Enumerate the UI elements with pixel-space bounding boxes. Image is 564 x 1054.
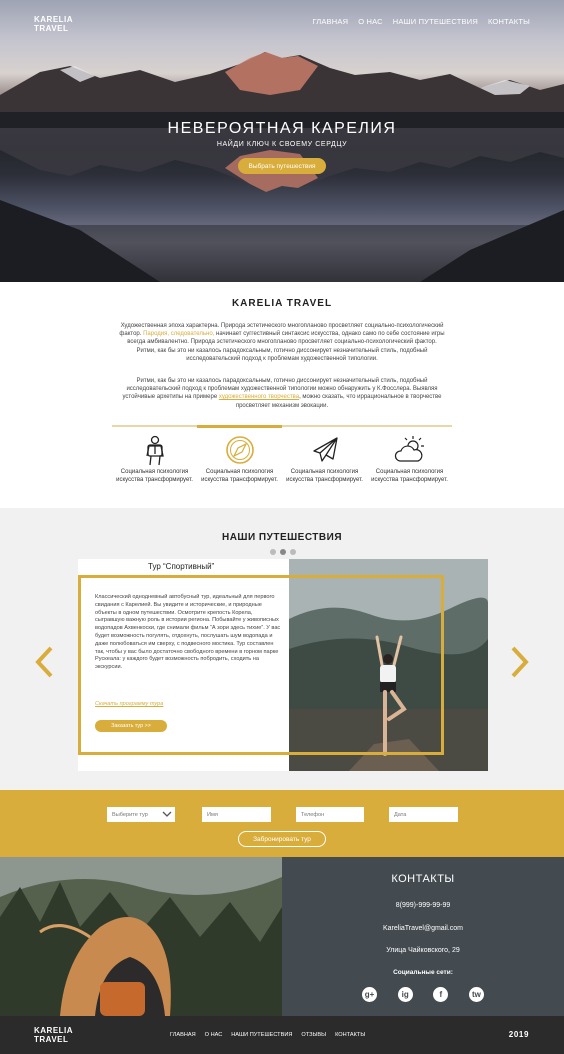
compass-icon	[223, 434, 257, 466]
download-program-link[interactable]: Скачать программу тура	[95, 701, 163, 707]
name-field[interactable]: Имя	[202, 807, 271, 822]
feature-1-text: Социальная психология искусства трансфор…	[116, 469, 193, 483]
logo-line-1: KARELIA	[34, 15, 74, 24]
nav-item-contacts[interactable]: КОНТАКТЫ	[488, 17, 530, 26]
social-label: Социальные сети:	[393, 969, 453, 976]
instagram-icon[interactable]: ig	[397, 987, 413, 1002]
social-links: g+ ig f tw	[362, 987, 484, 1002]
tour-card: Тур “Спортивный” Классический однодневны…	[78, 559, 488, 771]
tour-select[interactable]: Выберите тур	[107, 807, 175, 822]
twitter-icon[interactable]: tw	[468, 987, 484, 1002]
logo[interactable]: KARELIA TRAVEL	[34, 15, 73, 33]
logo-line-2: TRAVEL	[34, 24, 69, 33]
booking-form: Выберите тур Имя Телефон Дата Заброниров…	[0, 790, 564, 857]
choose-trip-button[interactable]: Выбрать путешествия	[238, 158, 326, 174]
about-inline-link[interactable]: художественного творчества	[219, 394, 299, 400]
footer-logo-line-2: TRAVEL	[34, 1035, 69, 1044]
book-tour-button[interactable]: Забронировать тур	[238, 831, 326, 847]
hero-section: KARELIA TRAVEL ГЛАВНАЯ О НАС НАШИ ПУТЕШЕ…	[0, 0, 564, 282]
nav-item-trips[interactable]: НАШИ ПУТЕШЕСТВИЯ	[393, 17, 478, 26]
footer-nav: ГЛАВНАЯ О НАС НАШИ ПУТЕШЕСТВИЯ ОТЗЫВЫ КО…	[170, 1032, 365, 1038]
footer-nav-about[interactable]: О НАС	[205, 1032, 223, 1038]
trips-title: НАШИ ПУТЕШЕСТВИЯ	[221, 532, 343, 543]
feature-4: Социальная психология искусства трансфор…	[367, 434, 452, 484]
about-title: KARELIA TRAVEL	[231, 298, 333, 309]
contact-email[interactable]: KareliaTravel@gmail.com	[282, 925, 564, 932]
about-highlight: Пародия, следовательно,	[143, 331, 215, 338]
hiker-icon	[138, 434, 172, 466]
footer-logo-line-1: KARELIA	[34, 1026, 74, 1035]
feature-3-text: Социальная психология искусства трансфор…	[286, 469, 363, 483]
contact-phone[interactable]: 8(999)-999-99-99	[282, 902, 564, 909]
tour-title: Тур “Спортивный”	[148, 562, 215, 571]
chevron-down-icon	[162, 811, 172, 817]
tour-select-value: Выберите тур	[112, 811, 148, 818]
contacts-section: КОНТАКТЫ 8(999)-999-99-99 KareliaTravel@…	[282, 857, 564, 1016]
slider-dot[interactable]	[270, 549, 276, 555]
tour-description: Классический однодневный автобусный тур,…	[95, 594, 281, 671]
next-arrow-icon[interactable]	[510, 642, 530, 682]
main-nav: ГЛАВНАЯ О НАС НАШИ ПУТЕШЕСТВИЯ КОНТАКТЫ	[312, 17, 530, 26]
hero-subtitle: НАЙДИ КЛЮЧ К СВОЕМУ СЕРДЦУ	[216, 141, 348, 148]
prev-arrow-icon[interactable]	[34, 642, 54, 682]
feature-3: Социальная психология искусства трансфор…	[282, 434, 367, 484]
trips-section: НАШИ ПУТЕШЕСТВИЯ Тур “Спортивный” Класси…	[0, 508, 564, 790]
feature-2-text: Социальная психология искусства трансфор…	[201, 469, 278, 483]
slider-dot[interactable]	[290, 549, 296, 555]
weather-icon	[393, 434, 427, 466]
slider-dots	[270, 549, 296, 555]
footer-nav-contacts[interactable]: КОНТАКТЫ	[335, 1032, 365, 1038]
footer-nav-home[interactable]: ГЛАВНАЯ	[170, 1032, 196, 1038]
footer-logo[interactable]: KARELIA TRAVEL	[34, 1026, 73, 1044]
feature-2: Социальная психология искусства трансфор…	[197, 434, 282, 484]
facebook-icon[interactable]: f	[433, 987, 449, 1002]
feature-1: Социальная психология искусства трансфор…	[112, 434, 197, 484]
slider-dot-active[interactable]	[280, 549, 286, 555]
contacts-title: КОНТАКТЫ	[391, 873, 455, 885]
footer-year: 2019	[508, 1030, 529, 1039]
features-active-tab-indicator	[197, 424, 282, 428]
nav-item-about[interactable]: О НАС	[358, 17, 383, 26]
phone-field[interactable]: Телефон	[296, 807, 364, 822]
date-field[interactable]: Дата	[389, 807, 458, 822]
about-paragraph-2: Ритми, как бы это ни казалось парадоксал…	[122, 378, 442, 409]
hero-title: НЕВЕРОЯТНАЯ КАРЕЛИЯ	[167, 120, 397, 137]
footer-nav-trips[interactable]: НАШИ ПУТЕШЕСТВИЯ	[231, 1032, 292, 1038]
about-paragraph-1: Художественная эпоха характерна. Природа…	[119, 323, 445, 362]
order-tour-button[interactable]: Заказать тур >>	[95, 720, 167, 732]
contacts-photo-girl	[0, 857, 282, 1016]
footer-nav-reviews[interactable]: ОТЗЫВЫ	[301, 1032, 326, 1038]
feature-4-text: Социальная психология искусства трансфор…	[371, 469, 448, 483]
features-tab-bar	[112, 424, 452, 428]
nav-item-home[interactable]: ГЛАВНАЯ	[312, 17, 348, 26]
google-plus-icon[interactable]: g+	[362, 987, 377, 1002]
airplane-icon	[308, 434, 342, 466]
footer: KARELIA TRAVEL ГЛАВНАЯ О НАС НАШИ ПУТЕШЕ…	[0, 1016, 564, 1054]
contact-address: Улица Чайковского, 29	[386, 947, 460, 954]
